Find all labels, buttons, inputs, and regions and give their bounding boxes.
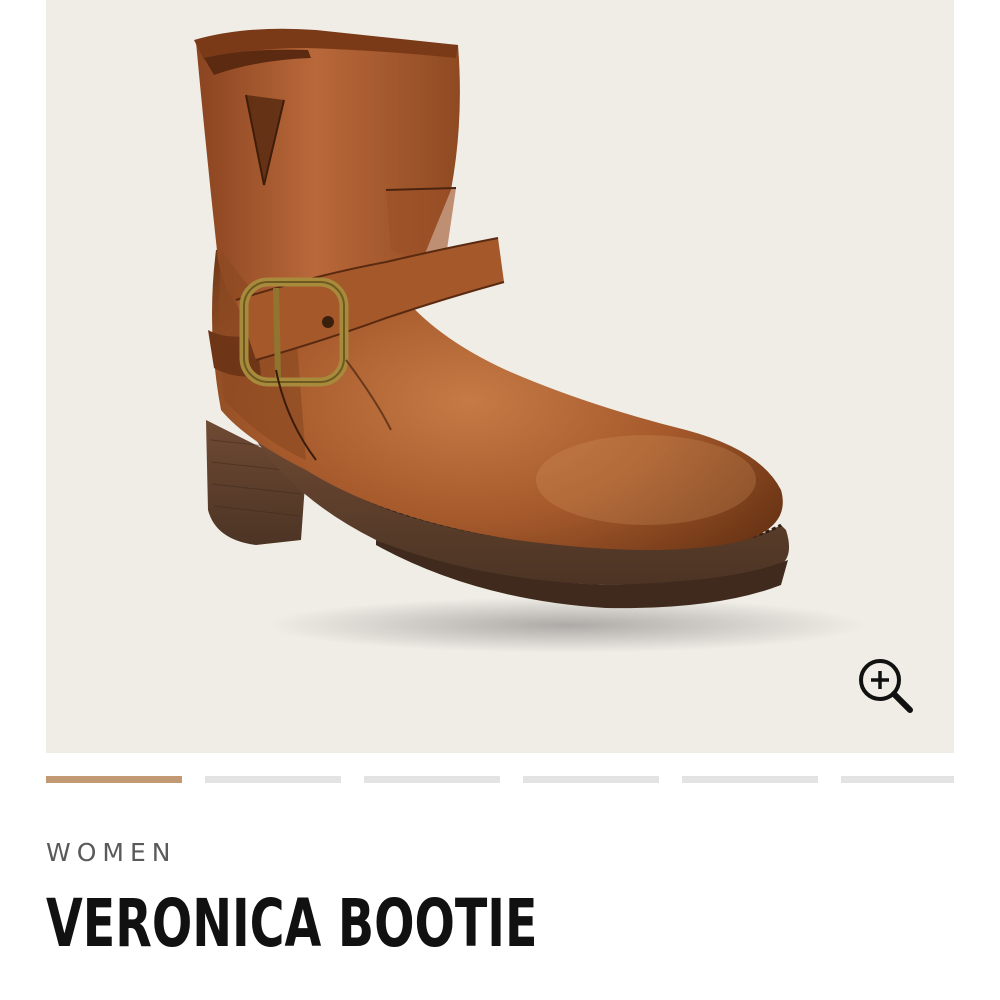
zoom-in-icon: [859, 659, 913, 713]
zoom-button[interactable]: [852, 652, 922, 722]
product-category: WOMEN: [46, 838, 177, 867]
product-page: WOMEN VERONICA BOOTIE: [0, 0, 1000, 1000]
gallery-indicator-2[interactable]: [205, 776, 341, 783]
gallery-indicator-3[interactable]: [364, 776, 500, 783]
product-gallery[interactable]: [46, 0, 954, 753]
gallery-indicator-1[interactable]: [46, 776, 182, 783]
product-image[interactable]: [46, 0, 954, 753]
gallery-indicator-5[interactable]: [682, 776, 818, 783]
gallery-pagination: [0, 776, 1000, 783]
product-title: VERONICA BOOTIE: [46, 885, 538, 962]
gallery-indicator-6[interactable]: [841, 776, 954, 783]
gallery-indicator-4[interactable]: [523, 776, 659, 783]
